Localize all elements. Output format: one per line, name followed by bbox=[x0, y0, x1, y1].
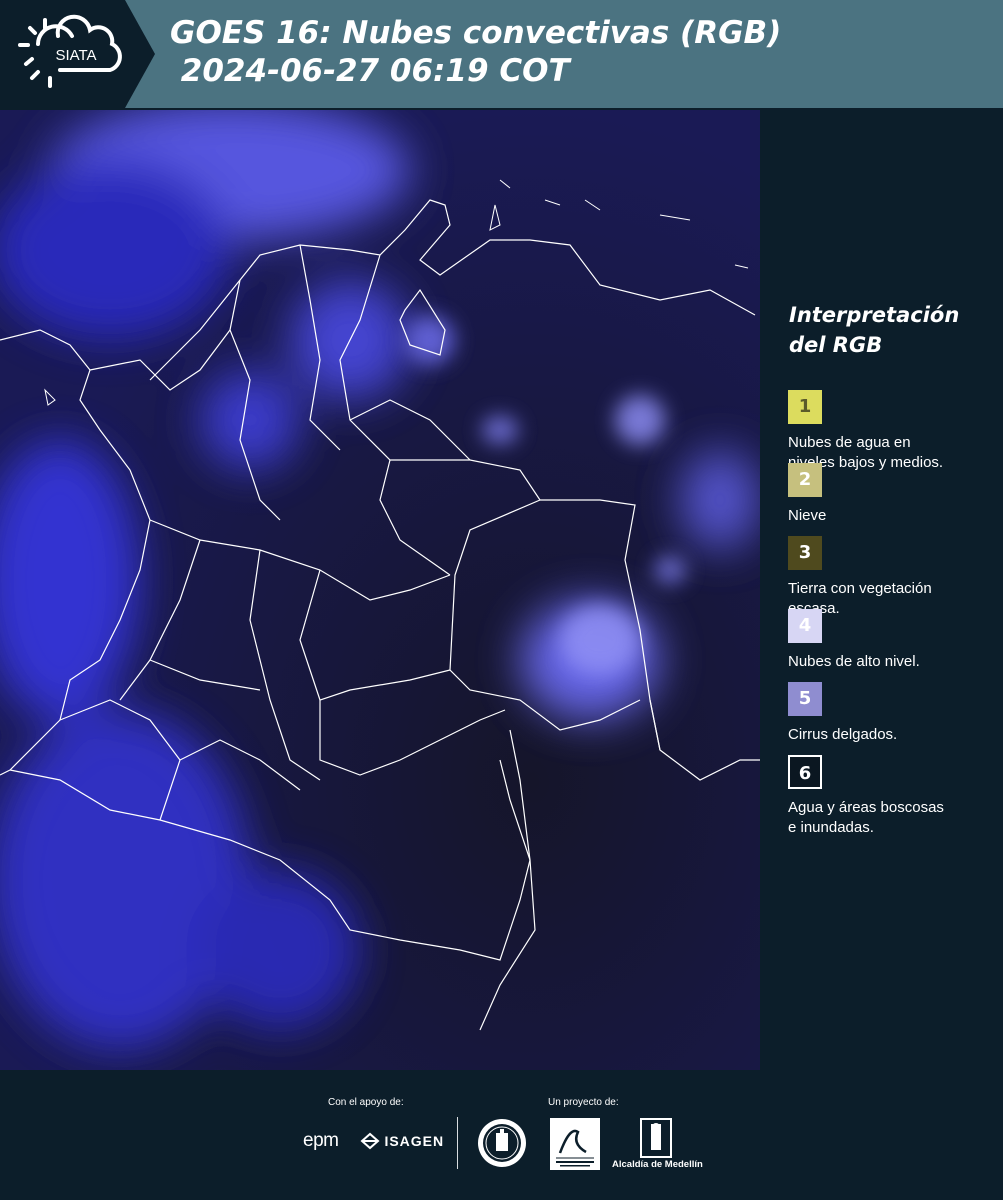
legend-items: 1 Nubes de agua en niveles bajos y medios.… bbox=[780, 390, 990, 836]
svg-text:SIATA: SIATA bbox=[55, 47, 96, 64]
project-label: Un proyecto de: bbox=[548, 1097, 619, 1108]
legend-swatch: 2 bbox=[788, 463, 822, 497]
legend-item: 4 Nubes de alto nivel. bbox=[780, 609, 990, 682]
legend-swatch: 6 bbox=[788, 755, 822, 789]
legend-item: 5 Cirrus delgados. bbox=[780, 682, 990, 755]
legend-item: 6 Agua y áreas boscosas e inundadas. bbox=[780, 755, 990, 836]
legend-item-label-line-1: Cirrus delgados. bbox=[788, 726, 898, 743]
support-label: Con el apoyo de: bbox=[328, 1097, 404, 1108]
legend: Interpretación del RGB 1 Nubes de agua en… bbox=[780, 300, 990, 836]
legend-swatch: 3 bbox=[788, 536, 822, 570]
legend-swatch: 4 bbox=[788, 609, 822, 643]
legend-item-label-line-1: Nubes de agua en bbox=[788, 434, 911, 451]
alcaldia-text: Alcaldía de Medellín bbox=[612, 1159, 703, 1170]
title-line-2: 2024-06-27 06:19 COT bbox=[170, 53, 570, 89]
legend-item: 2 Nieve bbox=[780, 463, 990, 536]
legend-item-label-line-1: Tierra con vegetación bbox=[788, 580, 932, 597]
legend-item: 1 Nubes de agua en niveles bajos y medios. bbox=[780, 390, 990, 471]
legend-item-label: Cirrus delgados. bbox=[788, 725, 988, 745]
siata-logo: SIATA bbox=[0, 0, 155, 108]
header: SIATA GOES 16: Nubes convectivas (RGB) 2… bbox=[0, 0, 1003, 108]
satellite-map bbox=[0, 110, 760, 1070]
legend-title: Interpretación del RGB bbox=[789, 300, 990, 360]
epm-logo: epm bbox=[303, 1130, 339, 1151]
legend-item-label-line-1: Nubes de alto nivel. bbox=[788, 653, 920, 670]
satellite-image bbox=[0, 110, 760, 1070]
legend-item-label-line-1: Nieve bbox=[788, 507, 827, 524]
title-line-1: GOES 16: Nubes convectivas (RGB) bbox=[170, 15, 782, 51]
medellin-seal-icon bbox=[478, 1119, 526, 1167]
legend-item-label: Agua y áreas boscosas e inundadas. bbox=[788, 798, 988, 838]
page-title: GOES 16: Nubes convectivas (RGB) 2024-06… bbox=[170, 14, 781, 90]
legend-item-label-line-2: e inundadas. bbox=[788, 819, 874, 836]
isagen-logo: ISAGEN bbox=[360, 1132, 444, 1150]
legend-swatch: 1 bbox=[788, 390, 822, 424]
legend-item-label: Nieve bbox=[788, 506, 988, 526]
isagen-text: ISAGEN bbox=[384, 1133, 445, 1149]
legend-title-line-2: del RGB bbox=[789, 333, 883, 357]
area-metropolitana-logo bbox=[550, 1118, 600, 1170]
isagen-icon bbox=[360, 1132, 380, 1150]
legend-swatch: 5 bbox=[788, 682, 822, 716]
legend-item: 3Tierra con vegetaciónescasa. bbox=[780, 536, 990, 617]
legend-item-label: Nubes de alto nivel. bbox=[788, 652, 988, 672]
legend-item-label-line-1: Agua y áreas boscosas bbox=[788, 799, 944, 816]
footer-divider bbox=[457, 1117, 458, 1169]
alcaldia-emblem-icon bbox=[640, 1118, 672, 1158]
legend-title-line-1: Interpretación bbox=[789, 303, 960, 327]
